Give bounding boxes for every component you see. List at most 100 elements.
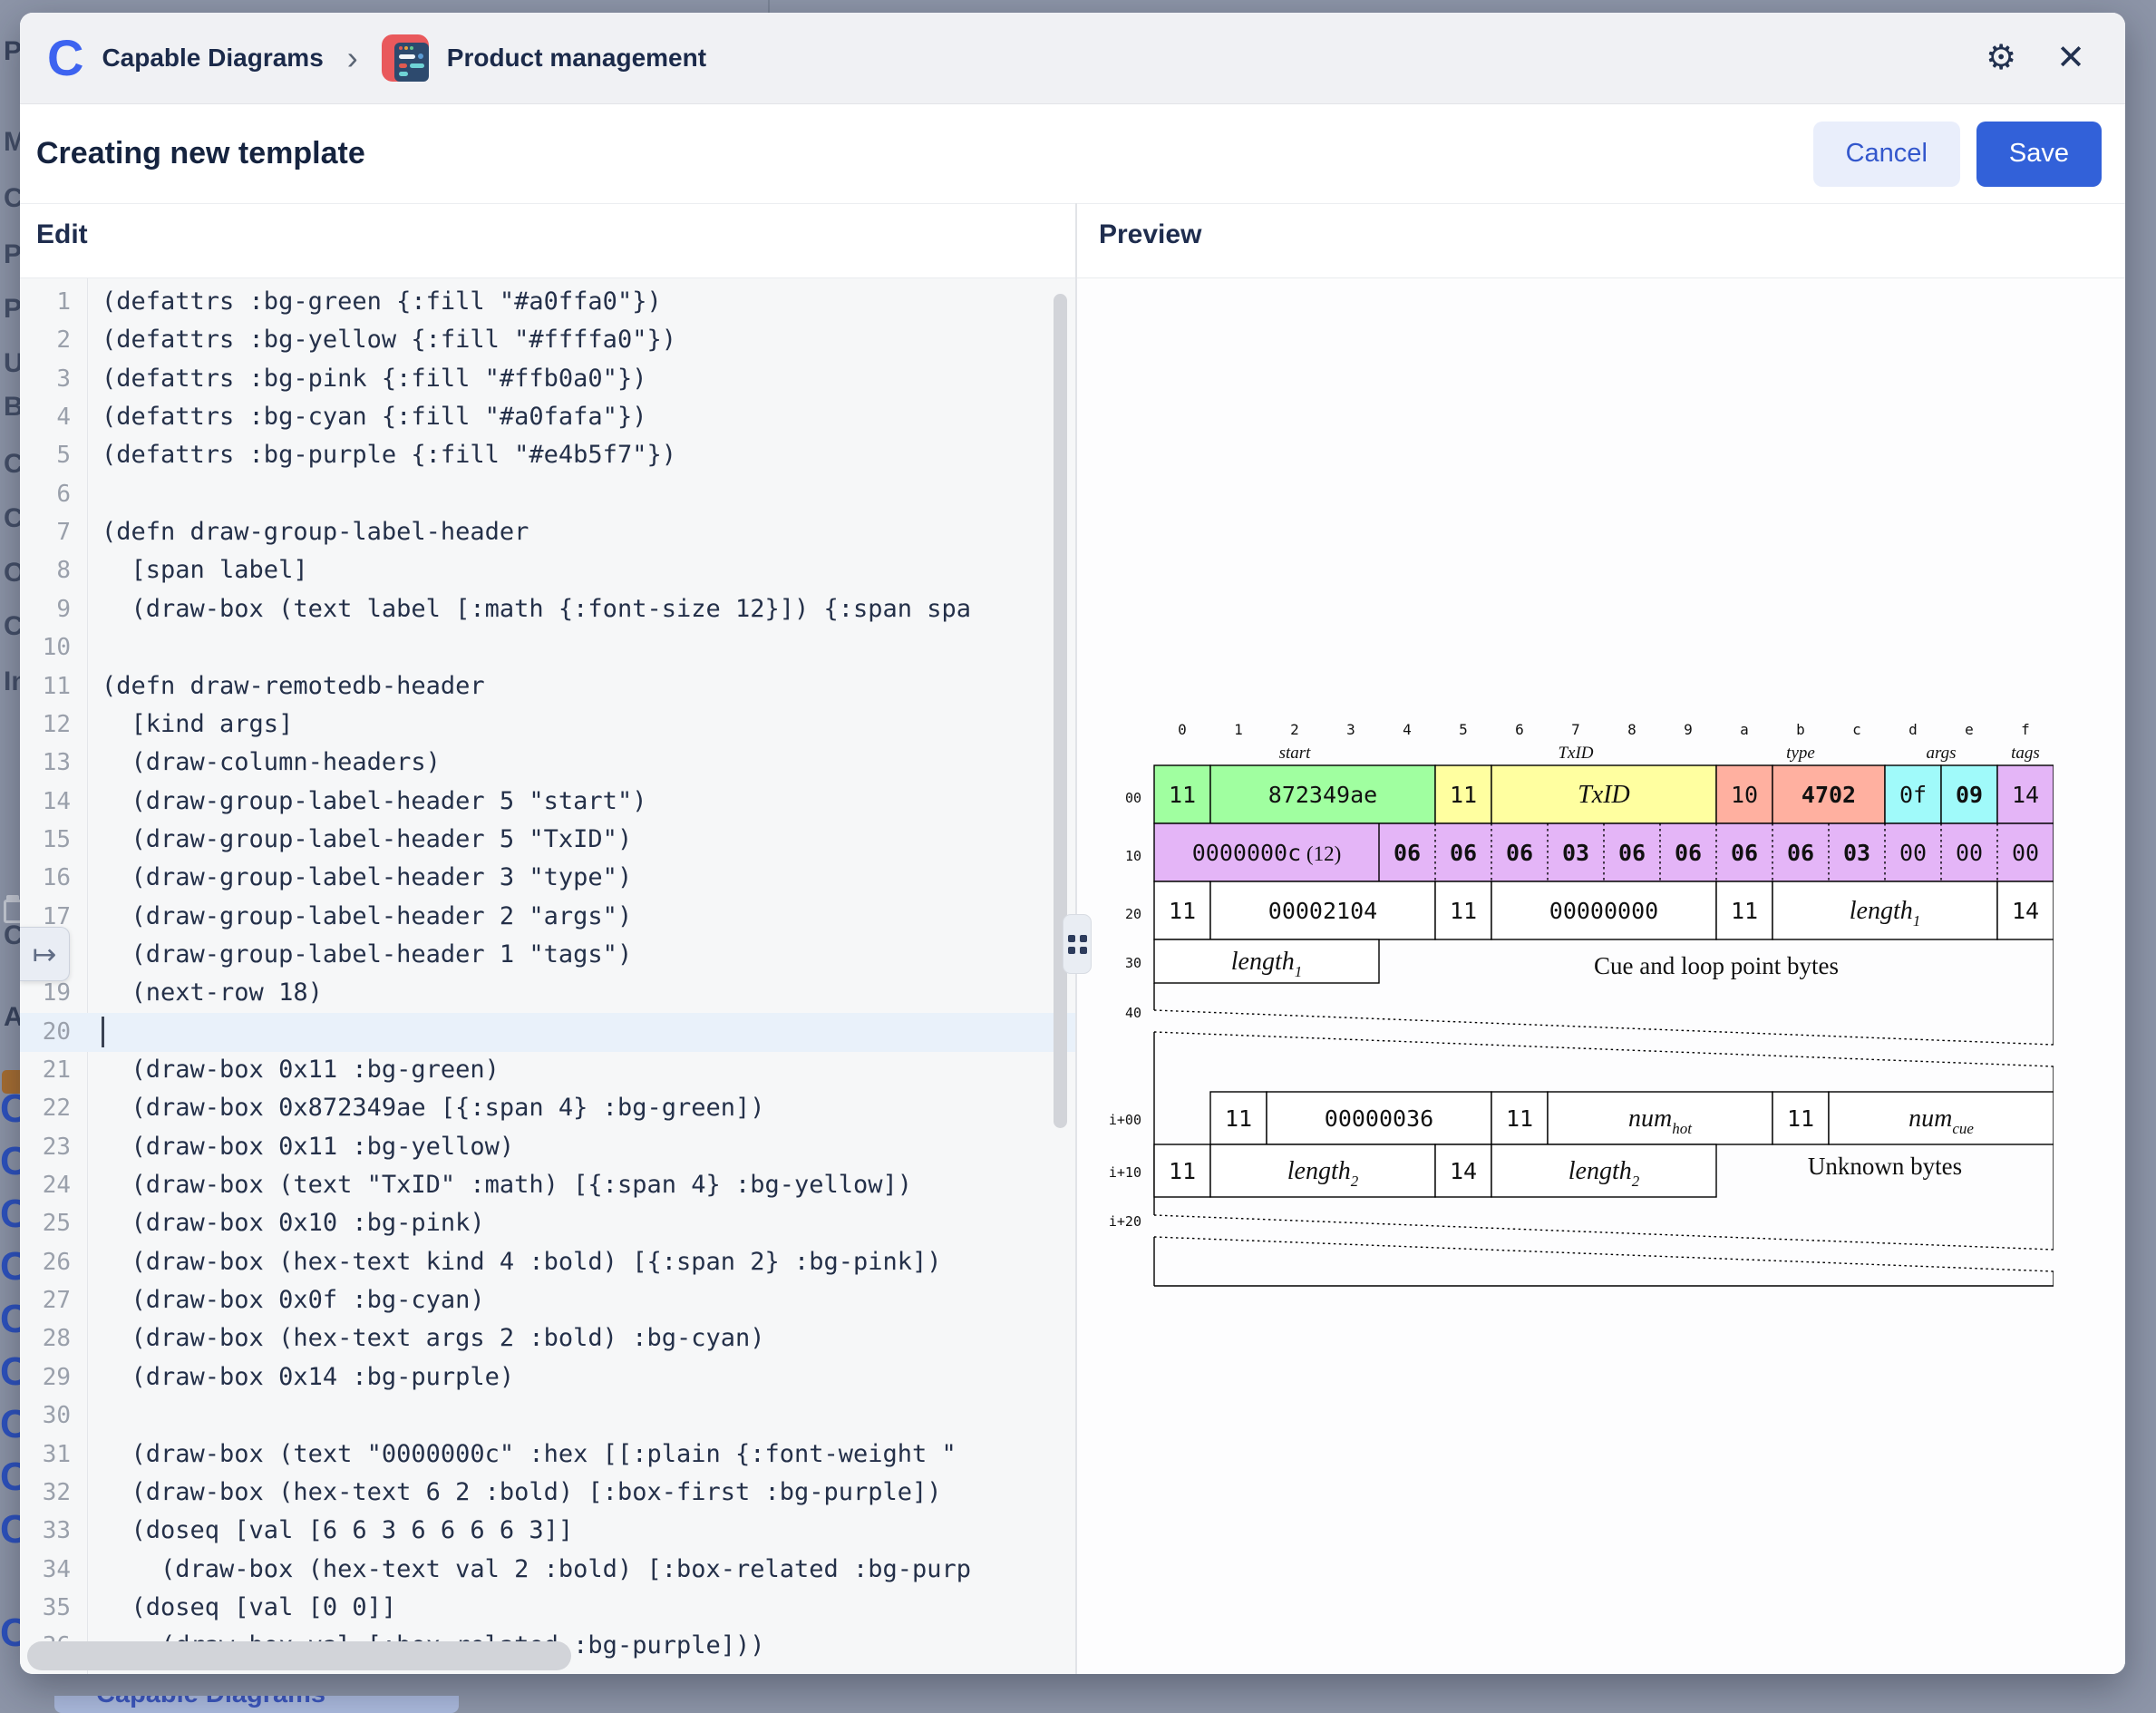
line-number: 7	[20, 513, 71, 551]
line-number: 34	[20, 1551, 71, 1589]
code-line: 31 (draw-box (text "0000000c" :hex [[:pl…	[20, 1436, 1075, 1475]
svg-text:3: 3	[1346, 721, 1355, 738]
code-line: 30	[20, 1397, 1075, 1436]
code-line: 23 (draw-box 0x11 :bg-yellow)	[20, 1128, 1075, 1167]
line-text: (draw-group-label-header 5 "start")	[102, 783, 646, 821]
code-line: 22 (draw-box 0x872349ae [{:span 4} :bg-g…	[20, 1089, 1075, 1128]
line-number: 4	[20, 398, 71, 436]
line-number: 15	[20, 821, 71, 859]
svg-text:06: 06	[1787, 840, 1814, 866]
code-line: 4 (defattrs :bg-cyan {:fill "#a0fafa"})	[20, 398, 1075, 437]
text-cursor	[102, 1017, 104, 1047]
code-line: 25 (draw-box 0x10 :bg-pink)	[20, 1204, 1075, 1243]
line-text: (defattrs :bg-yellow {:fill "#ffffa0"})	[102, 321, 676, 359]
line-number: 6	[20, 475, 71, 513]
svg-text:14: 14	[2012, 782, 2039, 808]
code-line: 1 (defattrs :bg-green {:fill "#a0ffa0"})	[20, 283, 1075, 322]
modal-titlebar: Creating new template Cancel Save	[20, 104, 2125, 204]
code-line: 5 (defattrs :bg-purple {:fill "#e4b5f7"})	[20, 436, 1075, 475]
svg-text:06: 06	[1618, 840, 1646, 866]
line-text: (draw-box (text label [:math {:font-size…	[102, 590, 971, 628]
svg-text:11: 11	[1169, 898, 1196, 924]
svg-text:03: 03	[1562, 840, 1589, 866]
code-editor[interactable]: 1(defattrs :bg-green {:fill "#a0ffa0"})2…	[20, 278, 1075, 1674]
svg-text:2: 2	[1290, 721, 1299, 738]
svg-text:06: 06	[1506, 840, 1533, 866]
code-line: 8 [span label]	[20, 551, 1075, 590]
code-line: 7(defn draw-group-label-header	[20, 513, 1075, 552]
code-line: 15 (draw-group-label-header 5 "TxID")	[20, 821, 1075, 860]
svg-text:06: 06	[1731, 840, 1758, 866]
line-text: (defattrs :bg-green {:fill "#a0ffa0"})	[102, 283, 662, 321]
svg-text:Unknown bytes: Unknown bytes	[1808, 1153, 1962, 1180]
line-number: 1	[20, 283, 71, 321]
preview-diagram: 0123456789abcdefstartTxIDtypeargstags118…	[1088, 718, 2054, 1299]
svg-text:length2: length2	[1287, 1157, 1359, 1190]
product-icon	[382, 34, 429, 82]
save-button[interactable]: Save	[1976, 122, 2102, 187]
line-text: (doseq [val [0 0]]	[102, 1589, 396, 1627]
line-text: (draw-box (hex-text val 2 :bold) [:box-r…	[102, 1551, 971, 1589]
svg-text:length2: length2	[1568, 1157, 1640, 1190]
svg-text:Cue and loop point bytes: Cue and loop point bytes	[1594, 952, 1839, 979]
line-number: 30	[20, 1397, 71, 1435]
line-text: (draw-box 0x872349ae [{:span 4} :bg-gree…	[102, 1089, 765, 1127]
line-text: (defattrs :bg-purple {:fill "#e4b5f7"})	[102, 436, 676, 474]
svg-text:06: 06	[1394, 840, 1421, 866]
line-text: (defattrs :bg-cyan {:fill "#a0fafa"})	[102, 398, 646, 436]
svg-text:TxID: TxID	[1558, 744, 1593, 763]
editor-vertical-scrollbar[interactable]	[1054, 294, 1067, 1128]
svg-text:f: f	[2021, 721, 2030, 738]
breadcrumb-page[interactable]: Product management	[447, 44, 706, 73]
preview-pane-label: Preview	[1099, 219, 1201, 250]
line-text: [kind args]	[102, 706, 293, 744]
breadcrumb-app[interactable]: Capable Diagrams	[102, 44, 323, 73]
line-number: 25	[20, 1204, 71, 1242]
expand-icon: ↦	[33, 937, 57, 971]
svg-text:11: 11	[1169, 782, 1196, 808]
line-number: 8	[20, 551, 71, 589]
line-number: 14	[20, 783, 71, 821]
svg-text:tags: tags	[2011, 744, 2040, 763]
svg-text:20: 20	[1125, 906, 1141, 922]
svg-text:9: 9	[1684, 721, 1693, 738]
code-line: 10	[20, 628, 1075, 667]
code-line: 13 (draw-column-headers)	[20, 744, 1075, 783]
svg-text:00000036: 00000036	[1325, 1105, 1433, 1132]
svg-text:00002104: 00002104	[1268, 898, 1377, 924]
line-text: (defn draw-remotedb-header	[102, 667, 485, 706]
expand-sidebar-button[interactable]: ↦	[20, 927, 70, 981]
code-line: 35 (doseq [val [0 0]]	[20, 1589, 1075, 1628]
code-line: 2(defattrs :bg-yellow {:fill "#ffffa0"})	[20, 321, 1075, 360]
preview-pane: 0123456789abcdefstartTxIDtypeargstags118…	[1077, 278, 2125, 1674]
editor-horizontal-scrollbar[interactable]	[27, 1641, 571, 1670]
svg-text:6: 6	[1515, 721, 1524, 738]
svg-text:00000000: 00000000	[1549, 898, 1658, 924]
line-number: 21	[20, 1051, 71, 1089]
code-line: 24 (draw-box (text "TxID" :math) [{:span…	[20, 1166, 1075, 1205]
svg-text:a: a	[1740, 721, 1749, 738]
line-number: 5	[20, 436, 71, 474]
modal-topbar: C Capable Diagrams › Product management …	[20, 13, 2125, 104]
line-number: 33	[20, 1512, 71, 1550]
create-template-modal: C Capable Diagrams › Product management …	[20, 13, 2125, 1674]
cancel-button[interactable]: Cancel	[1813, 122, 1960, 187]
line-text: (draw-box 0x0f :bg-cyan)	[102, 1281, 485, 1319]
line-text: (draw-box (hex-text kind 4 :bold) [{:spa…	[102, 1243, 942, 1281]
svg-text:11: 11	[1787, 1105, 1814, 1132]
line-number: 20	[20, 1013, 71, 1051]
close-icon[interactable]: ✕	[2056, 41, 2085, 75]
gear-icon[interactable]: ⚙	[1986, 41, 2016, 75]
line-number: 27	[20, 1281, 71, 1319]
line-text: (draw-box 0x11 :bg-yellow)	[102, 1128, 514, 1166]
line-number: 26	[20, 1243, 71, 1281]
line-text: (next-row 18)	[102, 974, 323, 1012]
svg-text:10: 10	[1731, 782, 1758, 808]
line-text: (draw-group-label-header 5 "TxID")	[102, 821, 632, 859]
code-line: 11(defn draw-remotedb-header	[20, 667, 1075, 706]
code-line: 34 (draw-box (hex-text val 2 :bold) [:bo…	[20, 1551, 1075, 1590]
drag-handle-icon[interactable]	[1063, 914, 1092, 974]
svg-text:11: 11	[1450, 898, 1477, 924]
code-line: 26 (draw-box (hex-text kind 4 :bold) [{:…	[20, 1243, 1075, 1282]
code-line: 14 (draw-group-label-header 5 "start")	[20, 783, 1075, 822]
